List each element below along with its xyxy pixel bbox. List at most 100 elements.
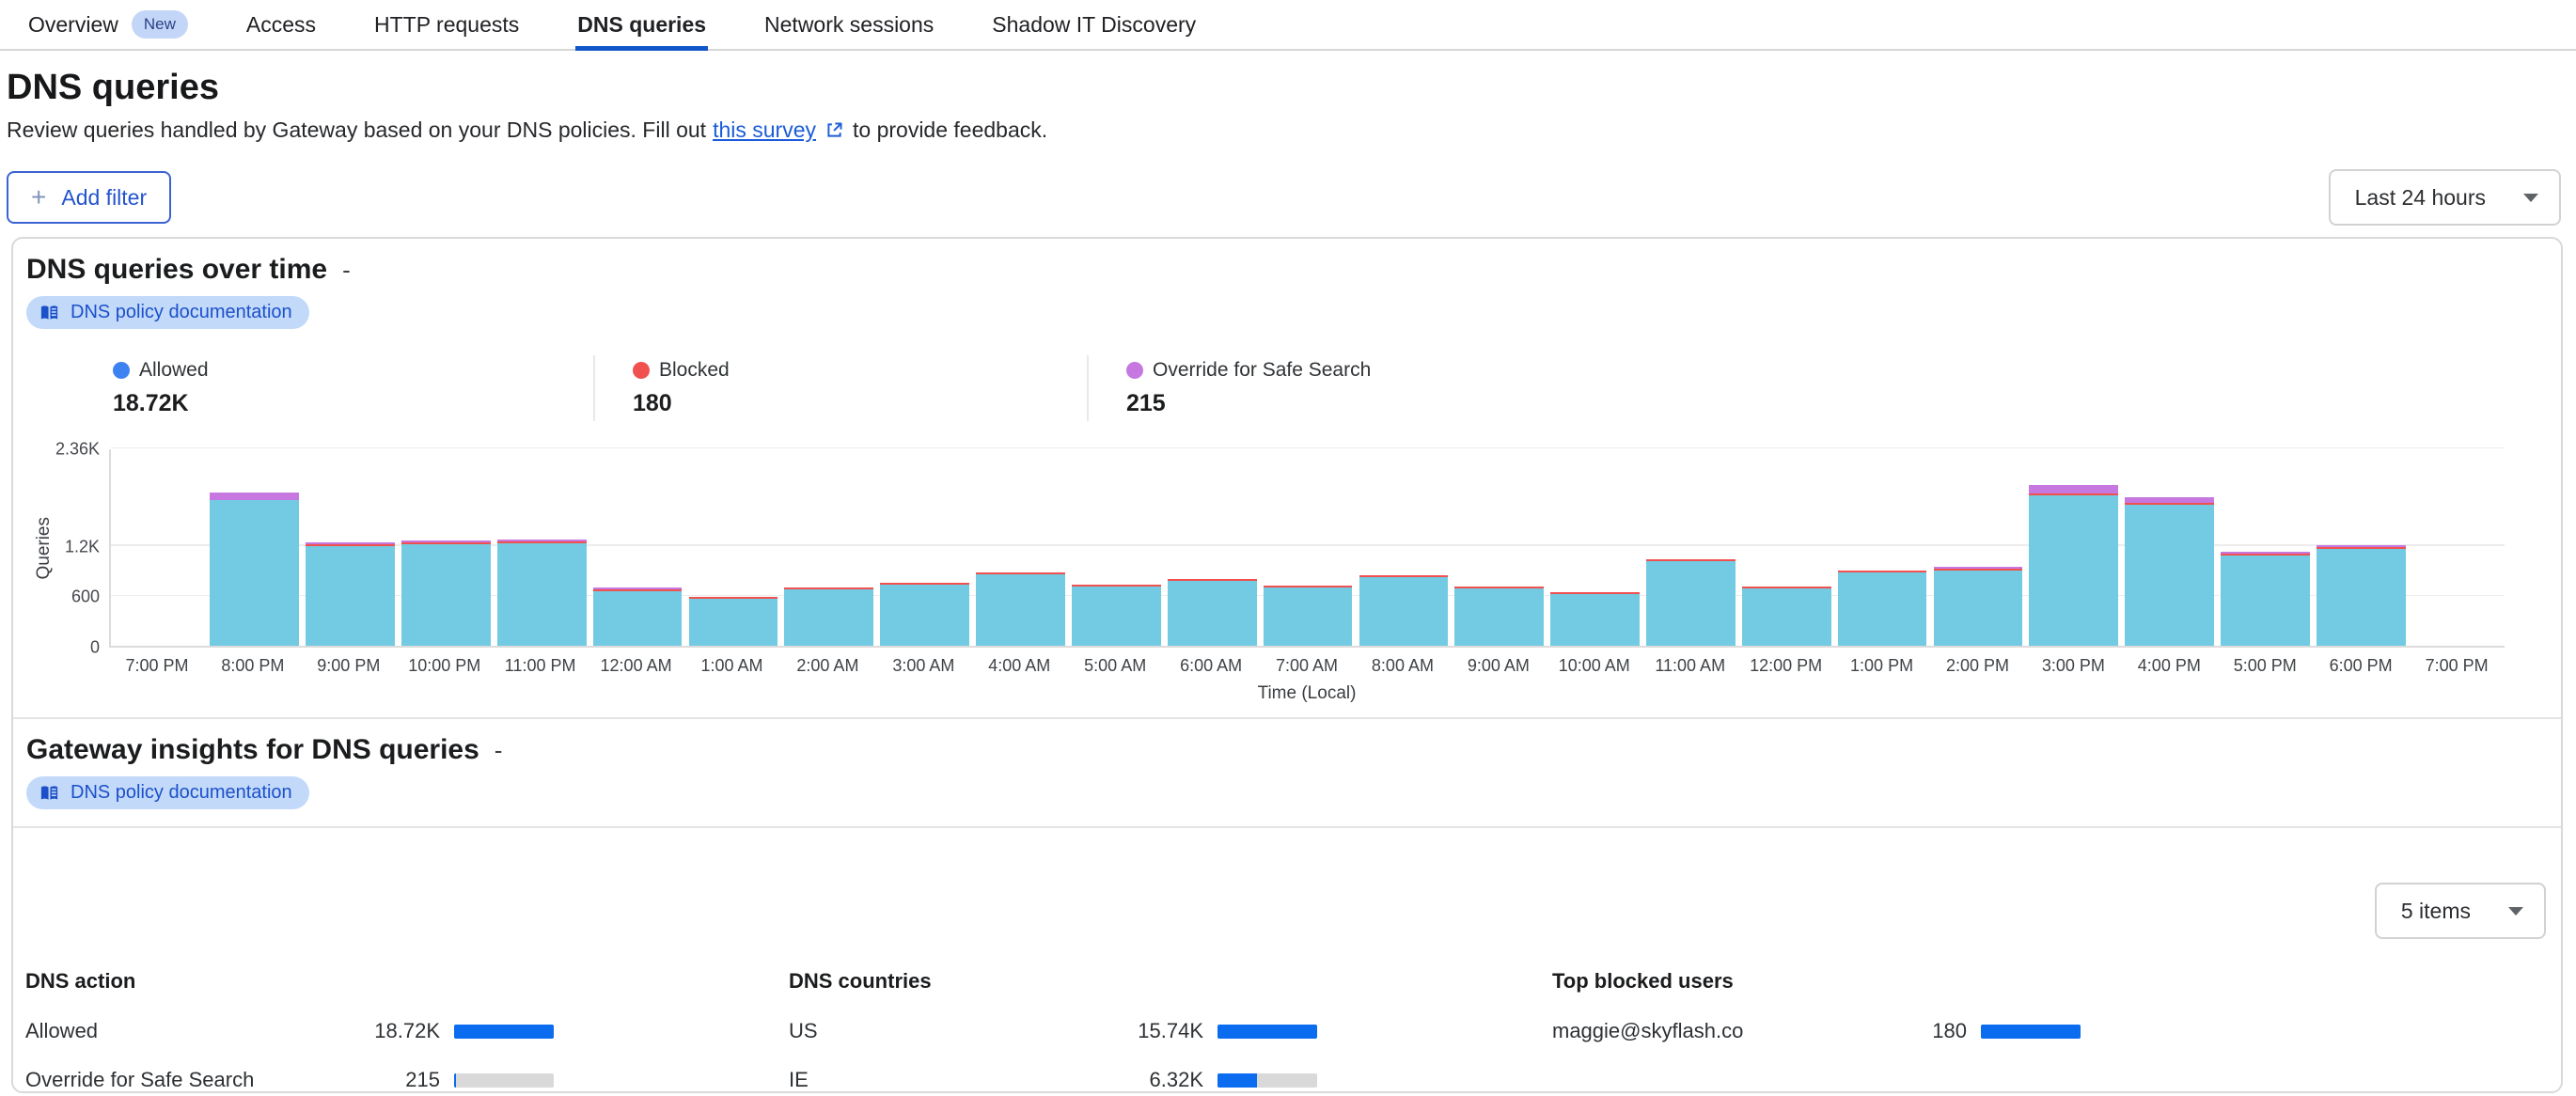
items-count-row: 5 items (13, 828, 2561, 939)
bar-slot[interactable] (2313, 449, 2409, 646)
doc-badge-label: DNS policy documentation (71, 302, 292, 323)
tab-access-label: Access (246, 12, 316, 38)
legend-label: Allowed (139, 359, 209, 382)
dns-policy-doc-link[interactable]: DNS policy documentation (26, 776, 309, 809)
external-link-icon (825, 120, 844, 140)
legend-item-override: Override for Safe Search 215 (1087, 355, 1580, 421)
x-tick-label: 2:00 AM (779, 656, 875, 676)
x-tick-label: 7:00 AM (1259, 656, 1355, 676)
allowed-dot-icon (113, 362, 130, 379)
tab-overview[interactable]: Overview New (26, 0, 190, 49)
y-tick-label: 600 (71, 587, 100, 607)
stacked-bar (1550, 592, 1640, 646)
bar-slot[interactable] (111, 449, 207, 646)
legend-item-allowed: Allowed 18.72K (100, 355, 593, 421)
bar-segment-allowed (306, 546, 395, 646)
collapse-toggle[interactable]: - (342, 256, 351, 285)
bar-slot[interactable] (1930, 449, 2026, 646)
survey-link[interactable]: this survey (713, 117, 816, 143)
collapse-toggle[interactable]: - (495, 736, 503, 765)
table-row[interactable]: US15.74K (789, 1020, 1317, 1042)
row-bar-fill (1981, 1025, 2081, 1039)
bar-slot[interactable] (399, 449, 495, 646)
dns-queries-bar-chart: Queries 06001.2K2.36K 7:00 PM8:00 PM9:00… (26, 449, 2505, 717)
bar-slot[interactable] (1738, 449, 1834, 646)
bar-slot[interactable] (1643, 449, 1739, 646)
x-tick-label: 3:00 AM (875, 656, 971, 676)
time-range-select[interactable]: Last 24 hours (2329, 169, 2561, 226)
bar-segment-allowed (2221, 556, 2310, 646)
bar-slot[interactable] (1068, 449, 1164, 646)
bar-slot[interactable] (1834, 449, 1930, 646)
bar-segment-allowed (1359, 577, 1449, 646)
bar-slot[interactable] (589, 449, 685, 646)
override-dot-icon (1126, 362, 1143, 379)
stacked-bar (880, 583, 969, 646)
bar-slot[interactable] (1260, 449, 1356, 646)
tab-dns-queries[interactable]: DNS queries (575, 0, 708, 49)
legend-value: 215 (1126, 390, 1580, 417)
x-tick-label: 7:00 PM (109, 656, 205, 676)
table-row[interactable]: Allowed18.72K (25, 1020, 554, 1042)
stacked-bar (1934, 567, 2023, 646)
bar-slot[interactable] (207, 449, 303, 646)
row-value: 6.32K (1124, 1068, 1203, 1092)
analytics-tabbar: Overview New Access HTTP requests DNS qu… (0, 0, 2576, 51)
row-bar-track (1981, 1025, 2081, 1039)
bar-slot[interactable] (2122, 449, 2218, 646)
x-tick-label: 12:00 PM (1738, 656, 1834, 676)
bar-slot[interactable] (1547, 449, 1643, 646)
stacked-bar (1359, 575, 1449, 646)
bar-slot[interactable] (2218, 449, 2314, 646)
row-bar-fill (454, 1025, 554, 1039)
x-tick-label: 11:00 PM (493, 656, 589, 676)
table-row[interactable]: Override for Safe Search215 (25, 1069, 554, 1091)
stacked-bar (593, 587, 683, 646)
items-count-select[interactable]: 5 items (2375, 883, 2546, 939)
legend-label: Blocked (659, 359, 730, 382)
bar-slot[interactable] (877, 449, 973, 646)
stacked-bar (1264, 586, 1353, 646)
add-filter-button[interactable]: + Add filter (7, 171, 171, 224)
tab-http-requests[interactable]: HTTP requests (372, 0, 521, 49)
bar-segment-allowed (1934, 571, 2023, 646)
table-row[interactable]: IE6.32K (789, 1069, 1317, 1091)
row-value: 15.74K (1124, 1019, 1203, 1043)
dns-queries-over-time-section: DNS queries over time - DNS policy docum… (13, 239, 2561, 717)
bar-slot[interactable] (2026, 449, 2122, 646)
bar-segment-allowed (593, 591, 683, 646)
row-value: 215 (361, 1068, 440, 1092)
bar-segment-allowed (1072, 587, 1161, 646)
insights-section-title: Gateway insights for DNS queries (26, 734, 479, 766)
description-prefix: Review queries handled by Gateway based … (7, 117, 706, 143)
row-bar-fill (454, 1073, 456, 1088)
bar-slot[interactable] (2409, 449, 2505, 646)
row-bar-track (454, 1073, 554, 1088)
table-row[interactable]: maggie@skyflash.co180 (1552, 1020, 2081, 1042)
y-tick-label: 1.2K (65, 537, 100, 556)
bar-segment-allowed (1838, 572, 1927, 646)
bar-slot[interactable] (685, 449, 781, 646)
book-icon (39, 782, 60, 804)
bar-segment-allowed (2317, 549, 2406, 646)
bar-slot[interactable] (1164, 449, 1260, 646)
description-suffix: to provide feedback. (853, 117, 1047, 143)
chart-plot-area[interactable] (109, 449, 2505, 648)
y-axis-ticks: 06001.2K2.36K (62, 449, 109, 648)
legend-value: 18.72K (113, 390, 593, 417)
dns-policy-doc-link[interactable]: DNS policy documentation (26, 296, 309, 329)
bar-slot[interactable] (494, 449, 589, 646)
bar-slot[interactable] (1356, 449, 1452, 646)
bar-slot[interactable] (973, 449, 1069, 646)
tab-access[interactable]: Access (244, 0, 318, 49)
tab-network-sessions-label: Network sessions (764, 12, 934, 38)
bar-slot[interactable] (1452, 449, 1547, 646)
bar-segment-allowed (689, 599, 778, 646)
bar-slot[interactable] (303, 449, 399, 646)
tab-shadow-it-discovery[interactable]: Shadow IT Discovery (990, 0, 1198, 49)
bar-slot[interactable] (781, 449, 877, 646)
bar-segment-allowed (880, 585, 969, 646)
bar-segment-allowed (1264, 587, 1353, 646)
tab-network-sessions[interactable]: Network sessions (762, 0, 935, 49)
x-tick-label: 3:00 PM (2025, 656, 2121, 676)
